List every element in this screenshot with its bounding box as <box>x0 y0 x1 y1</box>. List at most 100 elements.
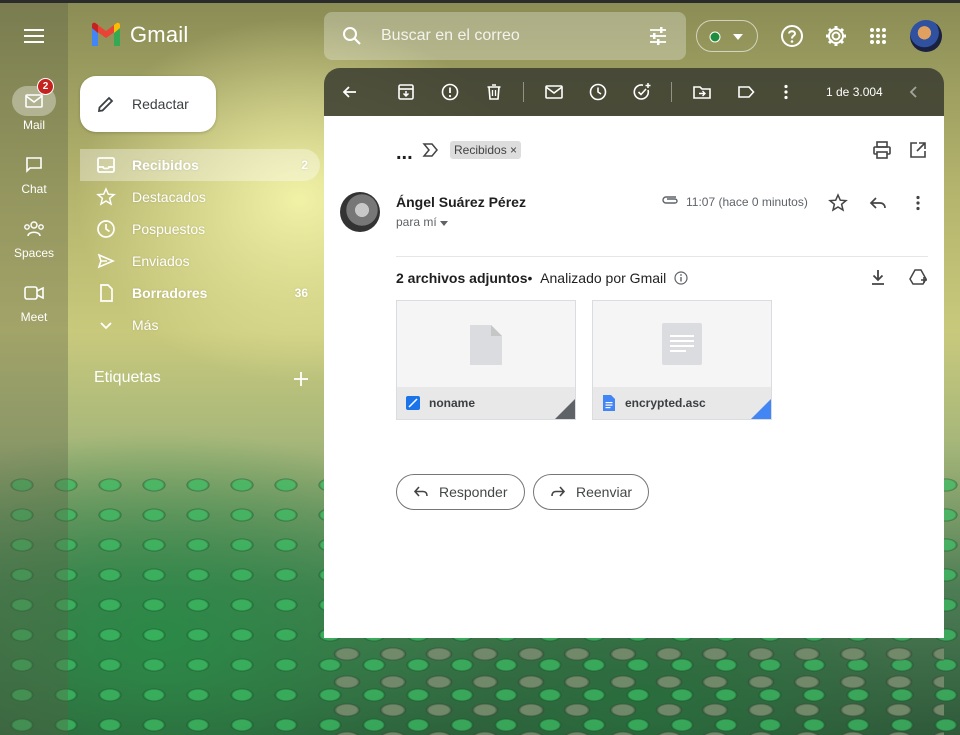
send-icon <box>97 253 116 269</box>
chat-icon <box>26 157 42 173</box>
search-input[interactable]: Buscar en el correo <box>381 27 520 45</box>
spaces-icon <box>24 221 44 237</box>
pencil-icon <box>97 96 114 113</box>
newer-chevron-icon[interactable] <box>904 82 924 102</box>
archive-icon[interactable] <box>396 82 416 102</box>
mail-icon <box>25 94 43 108</box>
report-spam-icon[interactable] <box>440 82 460 102</box>
rail-item-mail[interactable]: 2 Mail <box>0 78 68 132</box>
app-name: Gmail <box>130 22 189 47</box>
help-button[interactable] <box>778 22 806 50</box>
save-to-drive-icon[interactable] <box>908 267 928 287</box>
meet-icon <box>24 286 44 300</box>
nav-label-more: Más <box>132 317 159 333</box>
move-to-icon[interactable] <box>692 82 712 102</box>
reply-label: Responder <box>439 484 508 500</box>
status-dot-icon <box>709 31 721 43</box>
forward-button[interactable]: Reenviar <box>533 474 649 510</box>
star-icon[interactable] <box>828 193 848 213</box>
message-time: 11:07 (hace 0 minutos) <box>686 195 808 209</box>
nav-label-snoozed: Pospuestos <box>132 221 206 237</box>
rail-label-spaces: Spaces <box>13 246 55 260</box>
account-avatar[interactable] <box>910 20 942 52</box>
menu-icon <box>24 29 44 43</box>
labels-heading: Etiquetas <box>94 369 161 386</box>
nav-item-drafts[interactable]: Borradores 36 <box>80 277 320 309</box>
download-all-icon[interactable] <box>868 267 888 287</box>
attachments-count: 2 archivos adjuntos <box>396 270 528 286</box>
nav-item-snoozed[interactable]: Pospuestos <box>80 213 320 245</box>
draft-icon <box>100 284 113 302</box>
open-new-window-icon[interactable] <box>908 140 928 160</box>
label-icon[interactable] <box>736 82 756 102</box>
importance-marker-icon[interactable] <box>422 141 440 159</box>
nav-item-more[interactable]: Más <box>80 309 320 341</box>
caret-down-icon <box>440 221 449 226</box>
divider <box>396 256 928 257</box>
status-selector[interactable] <box>696 20 758 52</box>
more-vert-icon[interactable] <box>908 193 928 213</box>
message-pane: ... Recibidos × Ángel Suárez Pérez para … <box>324 116 944 638</box>
back-arrow-icon[interactable] <box>340 82 360 102</box>
recipient-text: para mí <box>396 215 437 229</box>
document-icon <box>662 323 702 365</box>
help-icon <box>781 25 803 47</box>
print-icon[interactable] <box>872 140 892 160</box>
nav-label-sent: Enviados <box>132 253 190 269</box>
attachment-fold <box>555 399 575 419</box>
gmail-logo-icon <box>92 22 120 46</box>
sender-avatar[interactable] <box>340 192 380 232</box>
sender-name[interactable]: Ángel Suárez Pérez <box>396 194 526 210</box>
search-options-icon[interactable] <box>648 26 668 46</box>
attachment-fold <box>751 399 771 419</box>
forward-label: Reenviar <box>576 484 633 500</box>
generic-file-type-icon <box>406 396 420 410</box>
reply-icon[interactable] <box>868 193 888 213</box>
compose-label: Redactar <box>132 96 189 112</box>
info-icon[interactable] <box>674 271 688 285</box>
pager-text: 1 de 3.004 <box>826 85 883 99</box>
nav-item-starred[interactable]: Destacados <box>80 181 320 213</box>
chevron-down-icon <box>100 322 112 330</box>
search-bar[interactable]: Buscar en el correo <box>324 12 686 60</box>
recipient-line[interactable]: para mí <box>396 215 449 229</box>
rail-item-spaces[interactable]: Spaces <box>0 214 68 260</box>
caret-down-icon <box>733 34 743 40</box>
more-vert-icon[interactable] <box>776 82 796 102</box>
gmail-logo[interactable]: Gmail <box>90 22 188 48</box>
clock-icon <box>97 220 115 238</box>
main-menu-button[interactable] <box>18 24 50 48</box>
attachments-separator: • <box>527 270 533 286</box>
reply-button[interactable]: Responder <box>396 474 525 510</box>
attachment-name: noname <box>429 396 476 410</box>
label-chip-remove[interactable]: × <box>510 143 517 157</box>
mark-unread-icon[interactable] <box>544 82 564 102</box>
label-chip-text: Recibidos <box>454 143 507 157</box>
search-icon[interactable] <box>342 26 362 46</box>
nav-item-inbox[interactable]: Recibidos 2 <box>80 149 320 181</box>
compose-button[interactable]: Redactar <box>80 76 216 132</box>
nav-item-sent[interactable]: Enviados <box>80 245 320 277</box>
star-icon <box>96 187 116 206</box>
message-toolbar: 1 de 3.004 <box>324 68 944 116</box>
attachment-card[interactable]: noname <box>396 300 576 420</box>
nav-label-drafts: Borradores <box>132 285 208 301</box>
snooze-clock-icon[interactable] <box>588 82 608 102</box>
settings-button[interactable] <box>822 22 850 50</box>
nav-label-starred: Destacados <box>132 189 206 205</box>
delete-icon[interactable] <box>484 82 504 102</box>
text-file-type-icon <box>603 395 615 411</box>
rail-item-meet[interactable]: Meet <box>0 278 68 324</box>
scanned-text: Analizado por Gmail <box>540 270 667 286</box>
label-chip-inbox[interactable]: Recibidos × <box>450 141 522 159</box>
inbox-icon <box>97 157 115 173</box>
rail-item-chat[interactable]: Chat <box>0 150 68 196</box>
apps-grid-icon <box>870 28 886 44</box>
attachment-card[interactable]: encrypted.asc <box>592 300 772 420</box>
nav-label-inbox: Recibidos <box>132 157 199 173</box>
gear-icon <box>826 26 846 46</box>
add-task-icon[interactable] <box>632 82 652 102</box>
rail-label-mail: Mail <box>22 118 45 132</box>
apps-button[interactable] <box>864 22 892 50</box>
add-label-icon[interactable] <box>292 370 310 388</box>
